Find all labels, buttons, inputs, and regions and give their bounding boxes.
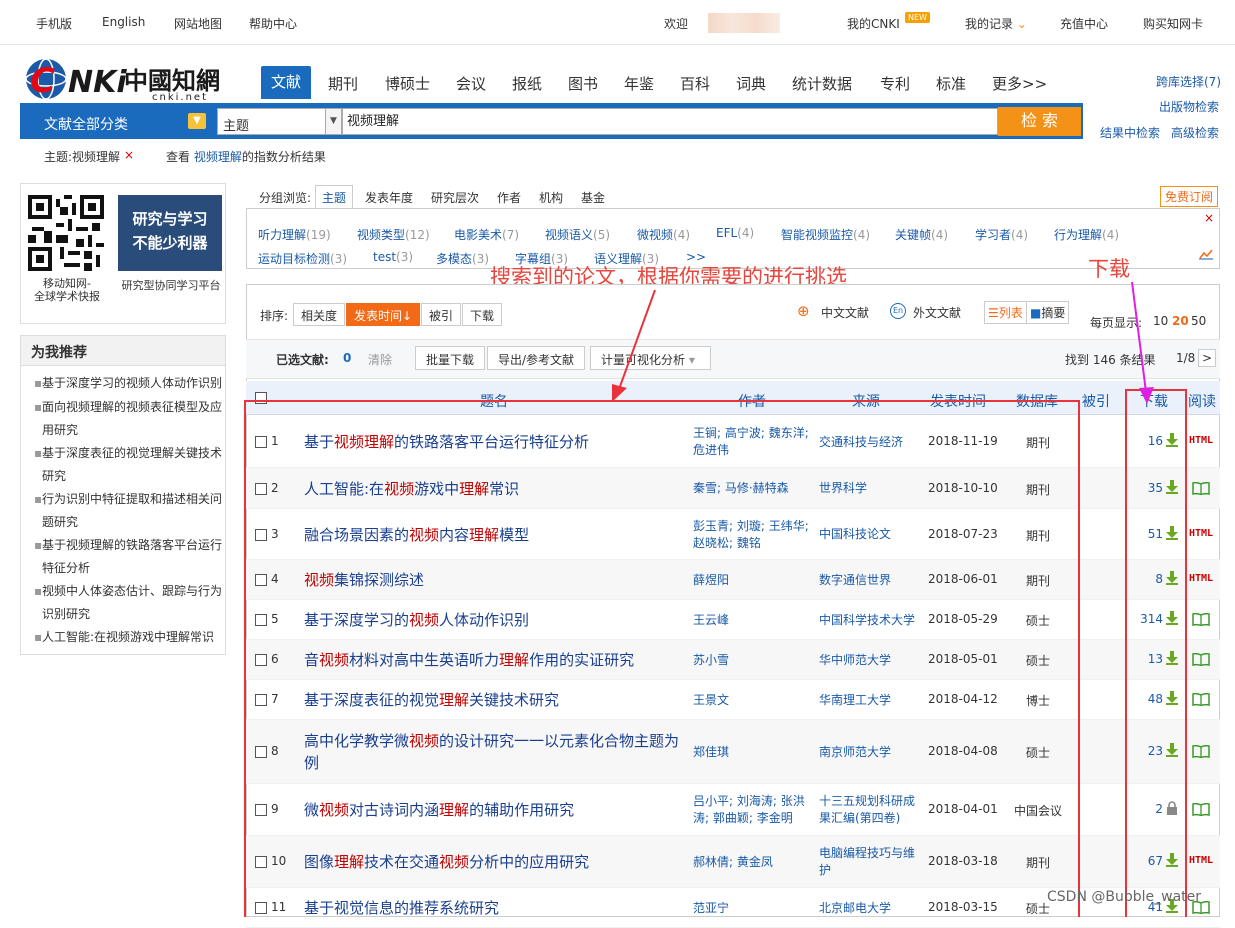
annotation-arrows (612, 281, 1154, 404)
watermark: CSDN @Bubble_water (1047, 889, 1202, 905)
